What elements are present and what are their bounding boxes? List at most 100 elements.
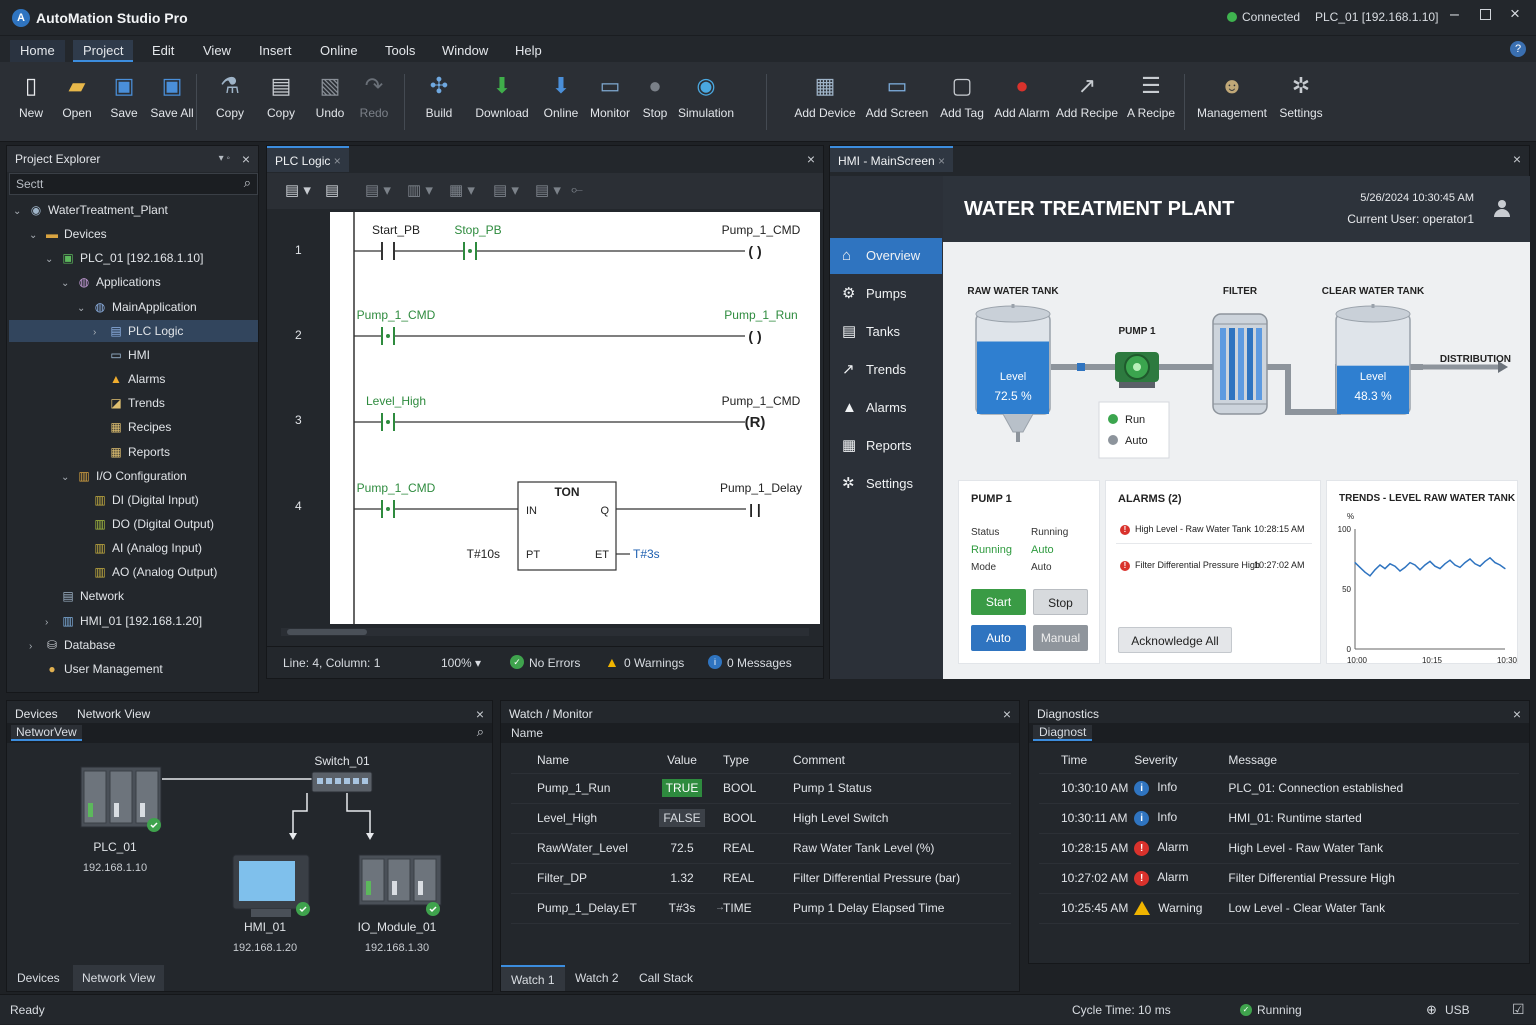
bottom-tab-devices[interactable]: Devices <box>7 965 70 991</box>
watch-row[interactable]: RawWater_Level 72.5 REAL Raw Water Tank Lev… <box>511 833 1011 864</box>
tree-item-di-digital-input[interactable]: ▥ DI (Digital Input) <box>9 489 258 511</box>
menu-online[interactable]: Online <box>310 40 368 62</box>
horizontal-scrollbar[interactable] <box>281 628 809 636</box>
acknowledge-all-button[interactable]: Acknowledge All <box>1118 627 1232 653</box>
diagnostics-row[interactable]: 10:30:10 AM i Info PLC_01: Connection estab… <box>1039 773 1519 804</box>
expand-toggle-icon[interactable]: ⌄ <box>61 273 75 295</box>
close-icon[interactable]: × <box>242 146 250 172</box>
tree-item-do-digital-output[interactable]: ▥ DO (Digital Output) <box>9 513 258 535</box>
tree-item-plc-01-192-168-1-10[interactable]: ⌄ ▣ PLC_01 [192.168.1.10] <box>9 247 258 269</box>
expand-toggle-icon[interactable]: ⌄ <box>45 249 59 271</box>
column-header[interactable]: Name <box>511 747 649 774</box>
toolbar-add-alarm-button[interactable]: ● Add Alarm <box>985 68 1059 134</box>
errors-status[interactable]: No Errors <box>529 656 580 670</box>
toolbar-management-button[interactable]: ☻ Management <box>1195 68 1269 134</box>
alarm-text[interactable]: Filter Differential Pressure High <box>1135 560 1260 570</box>
tree-item-devices[interactable]: ⌄ ▬ Devices <box>9 223 258 245</box>
menu-edit[interactable]: Edit <box>142 40 184 62</box>
hmi-nav-tanks[interactable]: ▤ Tanks <box>830 314 942 350</box>
expand-toggle-icon[interactable]: ⌄ <box>61 467 75 489</box>
insert-coil-icon[interactable]: ▤ ▾ <box>365 181 391 199</box>
insert-branch-icon[interactable]: ▥ ▾ <box>407 181 433 199</box>
watch-row[interactable]: Pump_1_Delay.ET T#3s → TIME Pump 1 Delay Ela… <box>511 893 1011 924</box>
hmi-nav-pumps[interactable]: ⚙ Pumps <box>830 276 942 312</box>
close-tab-icon[interactable]: × <box>334 154 341 168</box>
diagnostics-subtab[interactable]: Diagnost <box>1033 725 1093 741</box>
toolbar-a-recipe-button[interactable]: ☰ A Recipe <box>1114 68 1188 134</box>
tree-item-alarms[interactable]: ▲ Alarms <box>9 368 258 390</box>
auto-button[interactable]: Auto <box>971 625 1026 651</box>
watch-row[interactable]: Pump_1_Run TRUE BOOL Pump 1 Status <box>511 773 1011 804</box>
diagnostics-row[interactable]: 10:25:45 AM Warning Low Level - Clear Wate… <box>1039 893 1519 924</box>
insert-rung-icon[interactable]: ▤ ▾ <box>285 181 311 199</box>
watch-filter[interactable]: Name <box>501 723 1019 743</box>
tree-item-database[interactable]: › ⛁ Database <box>9 634 258 656</box>
rung-3[interactable]: Level_High (R) Pump_1_CMD <box>354 394 801 431</box>
menu-tools[interactable]: Tools <box>375 40 425 62</box>
menu-home[interactable]: Home <box>10 40 65 62</box>
bottom-tab-network-view[interactable]: Network View <box>73 965 165 991</box>
pin-icon[interactable]: ▾ ◦ <box>219 146 230 172</box>
help-icon[interactable]: ? <box>1510 41 1526 57</box>
toolbar-redo-button[interactable]: ↷ Redo <box>337 68 411 134</box>
pump-1-symbol[interactable] <box>1115 352 1159 388</box>
tree-item-watertreatment-plant[interactable]: ⌄ ◉ WaterTreatment_Plant <box>9 199 258 221</box>
menu-help[interactable]: Help <box>505 40 552 62</box>
menu-project[interactable]: Project <box>73 40 134 62</box>
ladder-canvas[interactable]: Start_PB Stop_PB ( ) Pump_1_CMD Pump_1_CMD ( … <box>330 212 820 624</box>
search-icon[interactable]: ⌕ <box>244 175 251 191</box>
tree-item-applications[interactable]: ⌄ ◍ Applications <box>9 271 258 293</box>
explorer-search-input[interactable]: Sectt <box>16 177 43 191</box>
scrollbar-thumb[interactable] <box>287 629 367 635</box>
close-icon[interactable]: × <box>807 146 815 172</box>
io-module-01-device[interactable] <box>358 854 442 906</box>
diagnostics-row[interactable]: 10:27:02 AM! Alarm Filter Differential Pre… <box>1039 863 1519 894</box>
watch-row[interactable]: Filter_DP 1.32 REAL Filter Differential Pre… <box>511 863 1011 894</box>
column-header[interactable]: Type <box>715 747 785 774</box>
hmi-nav-reports[interactable]: ▦ Reports <box>830 428 942 464</box>
tree-item-hmi[interactable]: ▭ HMI <box>9 344 258 366</box>
rung-2[interactable]: Pump_1_CMD ( ) Pump_1_Run <box>354 308 798 345</box>
maximize-button[interactable] <box>1480 9 1491 20</box>
insert-counter-icon[interactable]: ▤ ▾ <box>535 181 561 199</box>
hmi-nav-trends[interactable]: ↗ Trends <box>830 352 942 388</box>
tree-item-reports[interactable]: ▦ Reports <box>9 441 258 463</box>
toolbar-add-device-button[interactable]: ▦ Add Device <box>788 68 862 134</box>
tree-item-recipes[interactable]: ▦ Recipes <box>9 416 258 438</box>
tree-item-network[interactable]: ▤ Network <box>9 585 258 607</box>
tab-network-view[interactable]: Network View <box>77 707 150 721</box>
hmi-nav-overview[interactable]: ⌂ Overview <box>830 238 942 274</box>
tree-item-ao-analog-output[interactable]: ▥ AO (Analog Output) <box>9 561 258 583</box>
minimize-button[interactable]: – <box>1450 6 1459 24</box>
notification-icon[interactable]: ☑ <box>1512 1001 1525 1018</box>
watch-filter-input[interactable]: Name <box>511 726 543 740</box>
filter-symbol[interactable] <box>1212 313 1268 415</box>
insert-wire-icon[interactable]: ⟜ <box>571 181 583 198</box>
manual-button[interactable]: Manual <box>1033 625 1088 651</box>
plc-01-device[interactable] <box>80 766 162 828</box>
column-header[interactable]: Comment <box>785 747 1011 774</box>
watch-tab-1[interactable]: Watch 1 <box>501 965 565 991</box>
insert-timer-icon[interactable]: ▤ ▾ <box>493 181 519 199</box>
switch-01-device[interactable] <box>311 771 373 793</box>
insert-contact-icon[interactable]: ▤ <box>325 181 339 199</box>
alarm-text[interactable]: High Level - Raw Water Tank <box>1135 524 1251 534</box>
tree-item-user-management[interactable]: ● User Management <box>9 658 258 680</box>
expand-toggle-icon[interactable]: ⌄ <box>29 225 43 247</box>
rung-1[interactable]: Start_PB Stop_PB ( ) Pump_1_CMD <box>354 223 801 260</box>
expand-toggle-icon[interactable]: › <box>93 322 107 344</box>
tab-devices[interactable]: Devices <box>15 707 58 721</box>
network-view-subtab[interactable]: NetworVew <box>11 725 82 741</box>
close-tab-icon[interactable]: × <box>938 154 945 168</box>
expand-toggle-icon[interactable]: ⌄ <box>13 201 27 223</box>
hmi-nav-alarms[interactable]: ▲ Alarms <box>830 390 942 426</box>
close-icon[interactable]: × <box>1513 146 1521 172</box>
diagnostics-row[interactable]: 10:30:11 AM i Info HMI_01: Runtime started <box>1039 803 1519 834</box>
tree-item-plc-logic[interactable]: › ▤ PLC Logic <box>9 319 258 344</box>
ladder-diagram[interactable]: Start_PB Stop_PB ( ) Pump_1_CMD Pump_1_CMD ( … <box>330 212 820 624</box>
tab-plc-logic[interactable]: PLC Logic × <box>267 146 349 172</box>
warnings-status[interactable]: 0 Warnings <box>624 656 684 670</box>
column-header[interactable]: Severity <box>1134 747 1229 774</box>
menu-view[interactable]: View <box>193 40 241 62</box>
watch-row[interactable]: Level_High FALSE BOOL High Level Switch <box>511 803 1011 834</box>
